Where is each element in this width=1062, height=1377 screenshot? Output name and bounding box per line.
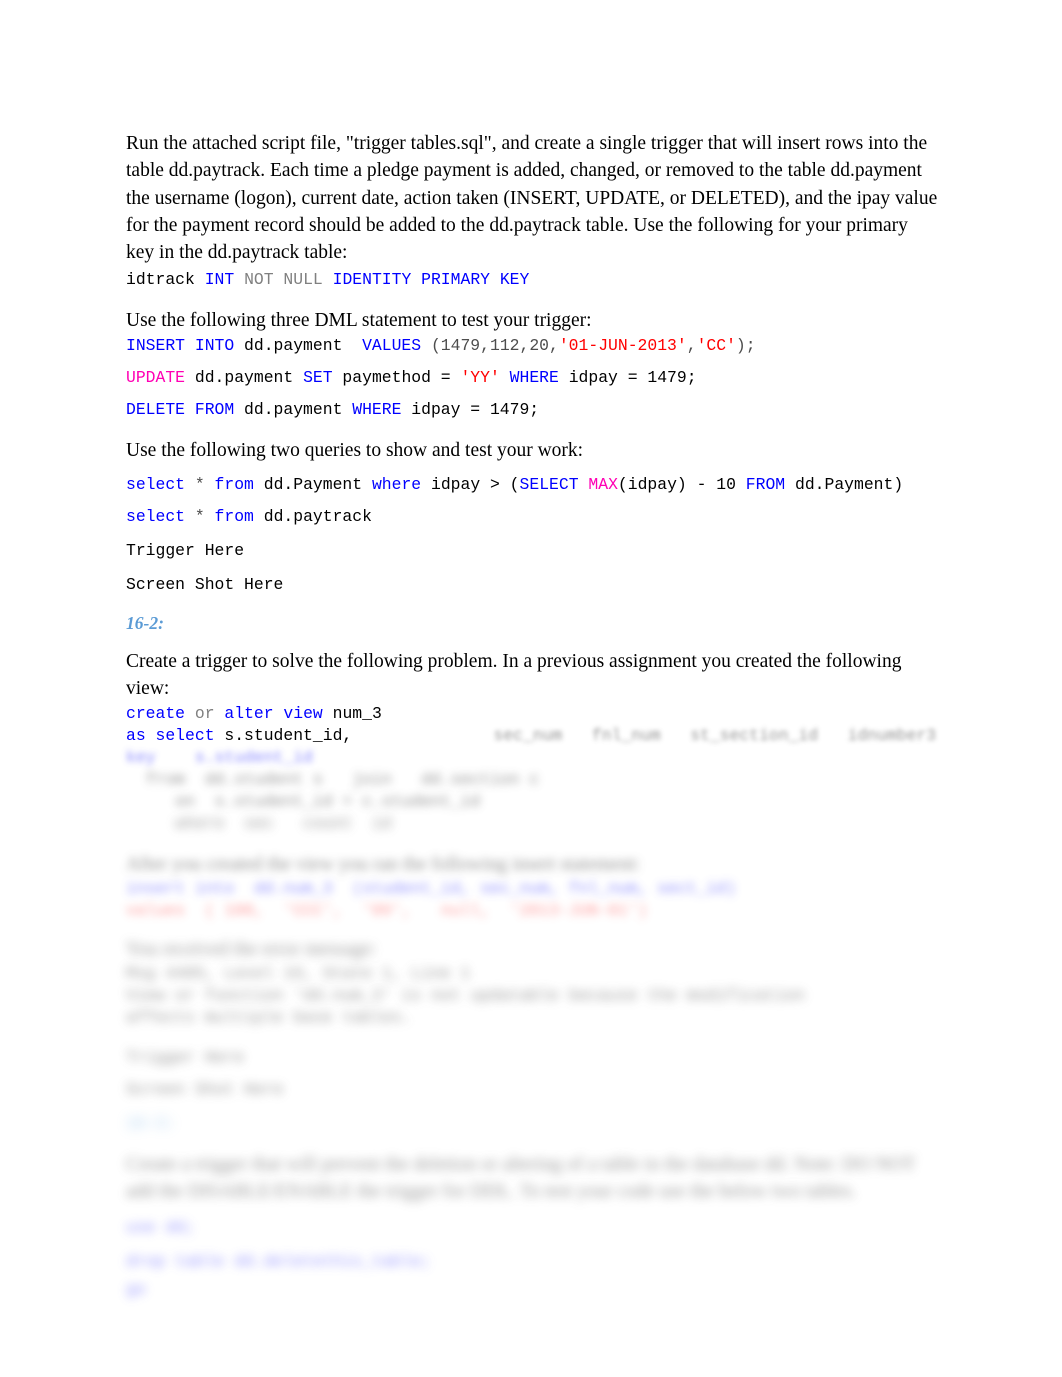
update-keyword: UPDATE [126, 367, 186, 387]
code-primary-key: idtrack INT NOT NULL IDENTITY PRIMARY KE… [126, 269, 938, 291]
redacted-line: where sec count id [126, 813, 392, 833]
view-name: num_3 [322, 703, 382, 723]
update-literal: 'YY' [460, 367, 500, 387]
code-query-1: select * from dd.Payment where idpay > (… [126, 475, 904, 495]
paragraph-intro: Run the attached script file, "trigger t… [126, 133, 938, 264]
redacted-line: affects multiple base tables. [126, 1007, 412, 1027]
code-update-statement: UPDATE dd.payment SET paymethod = 'YY' W… [126, 367, 697, 387]
code-create-view-line-2: as select s.student_id, sec_num fnl_num … [126, 725, 937, 745]
delete-where-keyword: WHERE [352, 399, 402, 419]
redacted-line: View or function 'dd.num_3' is not updat… [126, 985, 805, 1005]
redacted-line: on s.student_id = c.student_id [126, 791, 481, 811]
redacted-paragraph: You received the error message: [126, 938, 377, 960]
delete-keyword: DELETE FROM [126, 399, 235, 419]
paragraph-dml-intro: Use the following three DML statement to… [126, 310, 592, 332]
code-insert-statement: INSERT INTO dd.payment VALUES (1479,112,… [126, 335, 756, 355]
document-content: Run the attached script file, "trigger t… [126, 130, 938, 1301]
pk-constraints: IDENTITY PRIMARY KEY [332, 270, 530, 290]
set-keyword: SET [303, 367, 333, 387]
insert-keyword: INSERT INTO [126, 335, 235, 355]
code-delete-statement: DELETE FROM dd.payment WHERE idpay = 147… [126, 399, 540, 419]
code-query-2: select * from dd.paytrack [126, 507, 372, 527]
pk-type: INT [204, 270, 235, 290]
redacted-line: insert into dd.num_3 (student_id, sec_nu… [126, 878, 736, 898]
redacted-line: values ( 100, 'CCC', '09', null, '2013-J… [126, 900, 648, 920]
redacted-paragraph: add the DISABLE/ENABLE the trigger for D… [126, 1180, 856, 1202]
insert-table: dd.payment [234, 335, 363, 355]
redacted-line: from dd.student s join dd.section c [126, 769, 540, 789]
insert-numbers: 1479,112,20, [440, 335, 559, 355]
max-function: MAX [588, 475, 618, 495]
pk-column: idtrack [126, 270, 195, 290]
redacted-paragraph: Create a trigger that will prevent the d… [126, 1153, 916, 1175]
redacted-placeholder-trigger: Trigger Here [126, 1047, 245, 1067]
delete-table: dd.payment [234, 399, 353, 419]
paragraph-queries-intro: Use the following two queries to show an… [126, 439, 584, 461]
where-keyword: WHERE [499, 367, 559, 387]
placeholder-screenshot-here: Screen Shot Here [126, 575, 284, 595]
document-page: Run the attached script file, "trigger t… [0, 0, 1062, 1377]
insert-date-literal: '01-JUN-2013' [558, 335, 687, 355]
section-heading-16-2: 16-2: [126, 613, 164, 634]
redacted-line: go [126, 1279, 146, 1299]
paragraph-16-2-body: Create a trigger to solve the following … [126, 651, 902, 700]
redacted-paragraph: After you created the view you ran the f… [126, 853, 641, 875]
placeholder-trigger-here: Trigger Here [126, 541, 245, 561]
insert-method-literal: 'CC' [696, 335, 736, 355]
redacted-line: Msg 4405, Level 16, State 1, Line 1 [126, 963, 471, 983]
code-create-view-line-1: create or alter view num_3 [126, 703, 382, 723]
values-keyword: VALUES [362, 335, 422, 355]
redacted-line: key s.student_id [126, 747, 313, 767]
redacted-inline-text: sec_num fnl_num st_section_id idnumber3 [464, 725, 937, 745]
redacted-content-region: key s.student_id from dd.student s join … [126, 747, 938, 1301]
pk-nullability: NOT NULL [244, 270, 323, 290]
redacted-line: drop table dd.deletethis_table; [126, 1251, 431, 1271]
redacted-section-heading: 16-3: [126, 1113, 176, 1133]
update-table: dd.payment [185, 367, 304, 387]
redacted-line: use dd; [126, 1217, 195, 1237]
redacted-placeholder-screenshot: Screen Shot Here [126, 1079, 284, 1099]
